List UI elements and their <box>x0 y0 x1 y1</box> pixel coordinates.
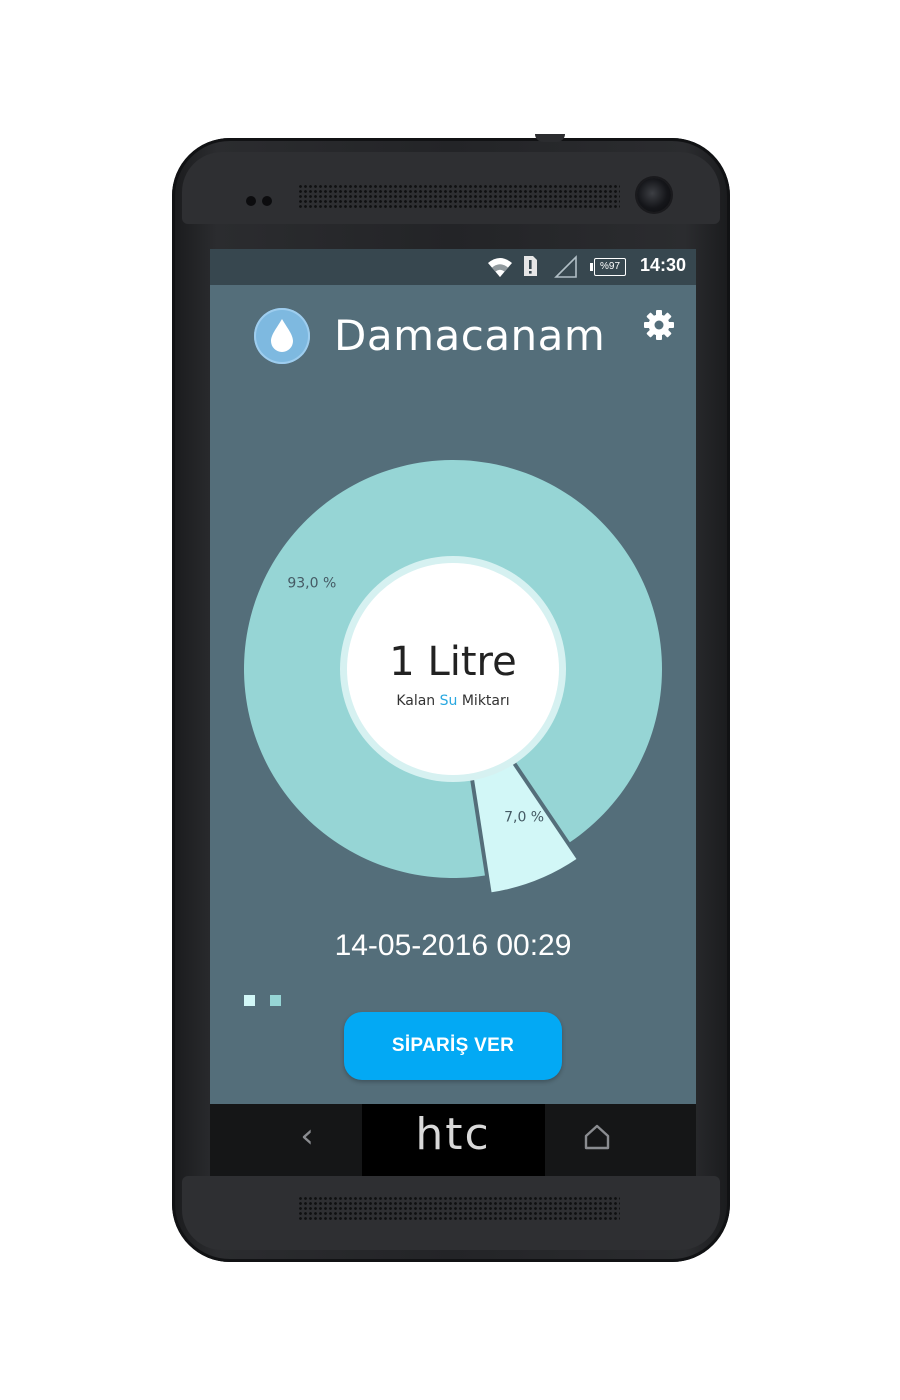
app-logo <box>254 308 310 364</box>
app-screen: %97 14:30 Damacanam 93,0 % 7,0 % 1 Litre… <box>210 249 696 1104</box>
caption-suffix: Miktarı <box>457 693 509 709</box>
remaining-caption: Kalan Su Miktarı <box>396 693 509 709</box>
remaining-amount: 1 Litre <box>389 639 516 685</box>
water-drop-icon <box>271 319 293 352</box>
order-button[interactable]: SİPARİŞ VER <box>344 1012 562 1080</box>
brand-logo: htc <box>415 1109 491 1160</box>
top-speaker-grille <box>298 184 620 210</box>
app-header: Damacanam <box>210 285 696 395</box>
app-title: Damacanam <box>334 311 606 360</box>
proximity-sensor <box>246 196 256 206</box>
signal-icon <box>554 255 577 278</box>
home-icon[interactable] <box>582 1118 612 1154</box>
gear-icon[interactable] <box>643 309 675 341</box>
chart-slice-label-2: 7,0 % <box>504 810 544 826</box>
front-camera <box>637 178 671 212</box>
wifi-icon <box>488 258 512 277</box>
caption-highlight: Su <box>440 693 458 709</box>
battery-indicator: %97 <box>590 258 626 276</box>
light-sensor <box>262 196 272 206</box>
water-level-chart: 93,0 % 7,0 % 1 Litre Kalan Su Miktarı <box>244 459 663 893</box>
sim-alert-icon <box>524 256 537 276</box>
status-time: 14:30 <box>639 255 686 275</box>
chart-slice-label-1: 93,0 % <box>287 575 336 591</box>
page-dot[interactable] <box>244 995 255 1006</box>
back-chevron-icon[interactable]: ‹ <box>290 1114 324 1158</box>
power-button <box>535 134 565 142</box>
caption-prefix: Kalan <box>396 693 439 709</box>
bottom-speaker-grille <box>298 1196 620 1222</box>
last-updated-timestamp: 14-05-2016 00:29 <box>334 929 572 962</box>
page-dot[interactable] <box>270 995 281 1006</box>
status-bar: %97 14:30 <box>210 249 696 285</box>
